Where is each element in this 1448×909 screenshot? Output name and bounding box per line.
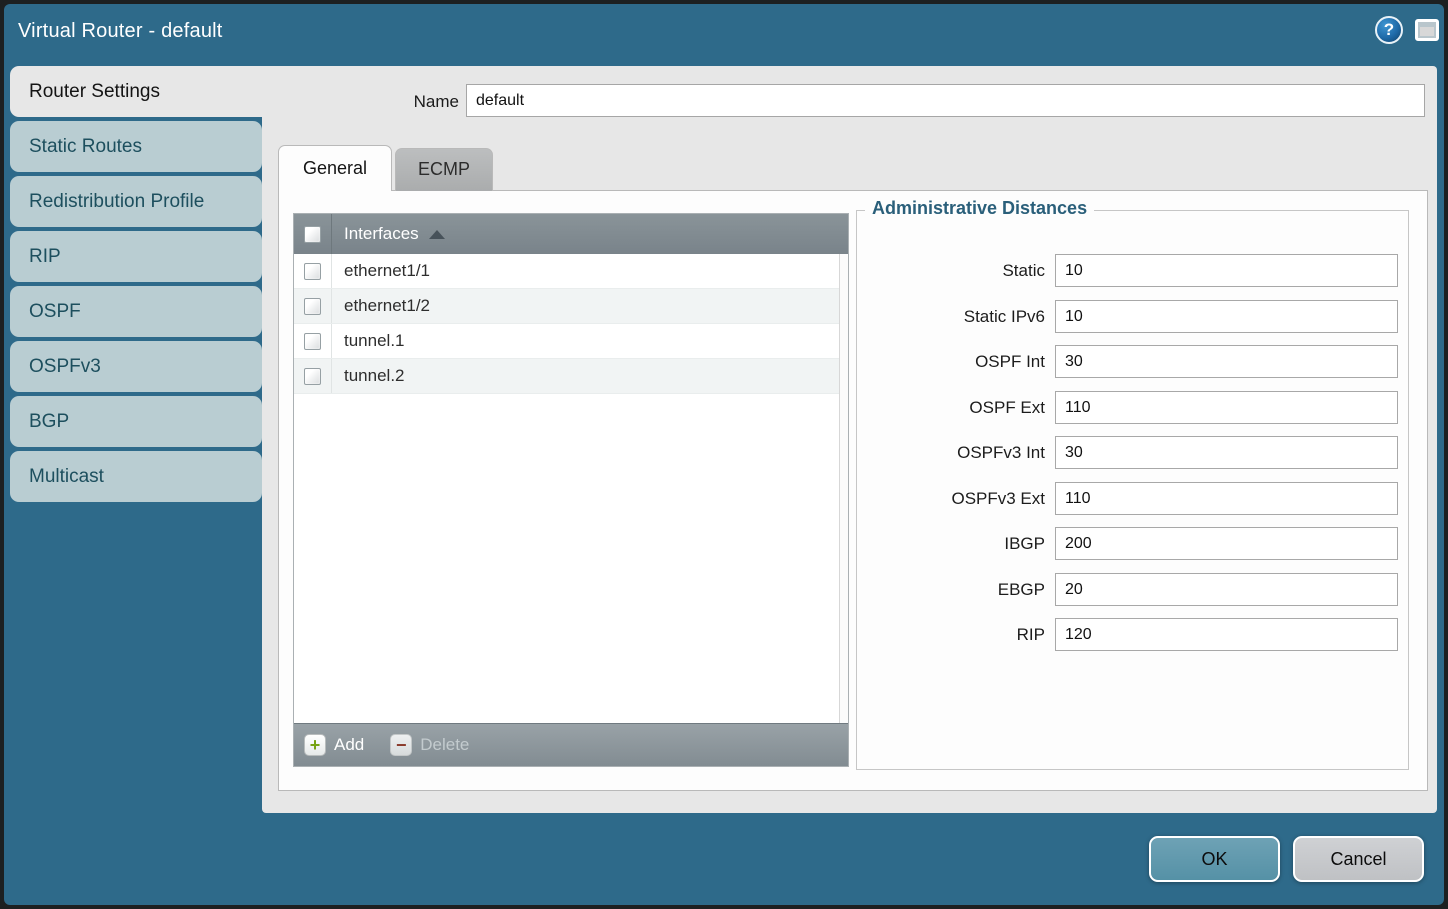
table-row-tunnel-2[interactable]: tunnel.2 [294,359,848,394]
field-row-ebgp: EBGP [857,573,1408,606]
interfaces-table-header: Interfaces [294,214,848,254]
interface-name: tunnel.2 [344,366,405,386]
row-checkbox[interactable] [304,368,321,385]
virtual-router-dialog: Virtual Router - default ? Router Settin… [4,4,1444,905]
ospfv3-ext-label: OSPFv3 Ext [857,489,1045,509]
sidebar-item-multicast[interactable]: Multicast [10,451,262,502]
general-tab-content: Interfaces ethernet1/1 ethernet1/2 tunne [278,190,1428,791]
name-input[interactable] [466,84,1425,117]
ibgp-label: IBGP [857,534,1045,554]
interfaces-table-footer: + Add − Delete [294,723,848,766]
ospfv3-int-input[interactable] [1055,436,1398,469]
row-checkbox[interactable] [304,298,321,315]
ebgp-input[interactable] [1055,573,1398,606]
add-button[interactable]: + Add [304,734,364,756]
cancel-button[interactable]: Cancel [1293,836,1424,882]
add-button-label: Add [334,735,364,755]
screen-frame: Virtual Router - default ? Router Settin… [0,0,1448,909]
delete-button-label: Delete [420,735,469,755]
tab-ecmp[interactable]: ECMP [395,148,493,191]
tab-general[interactable]: General [278,145,392,191]
dialog-title: Virtual Router - default [18,20,223,43]
row-checkbox-cell [294,254,332,288]
sidebar-item-router-settings[interactable]: Router Settings [10,66,268,117]
window-restore-icon[interactable] [1415,19,1439,41]
row-checkbox-cell [294,289,332,323]
field-row-ibgp: IBGP [857,527,1408,560]
add-plus-icon: + [304,734,326,756]
sort-ascending-icon[interactable] [429,230,445,239]
sidebar-item-static-routes[interactable]: Static Routes [10,121,262,172]
select-all-checkbox[interactable] [304,226,321,243]
table-row-ethernet1-2[interactable]: ethernet1/2 [294,289,848,324]
ospf-ext-input[interactable] [1055,391,1398,424]
administrative-distances-legend: Administrative Distances [865,198,1094,219]
interfaces-table: Interfaces ethernet1/1 ethernet1/2 tunne [293,213,849,767]
rip-label: RIP [857,625,1045,645]
ok-button[interactable]: OK [1149,836,1280,882]
row-checkbox[interactable] [304,263,321,280]
rip-input[interactable] [1055,618,1398,651]
table-row-ethernet1-1[interactable]: ethernet1/1 [294,254,848,289]
sidebar-item-ospfv3[interactable]: OSPFv3 [10,341,262,392]
row-checkbox-cell [294,359,332,393]
sidebar-item-bgp[interactable]: BGP [10,396,262,447]
interface-name: tunnel.1 [344,331,405,351]
delete-minus-icon: − [390,734,412,756]
delete-button[interactable]: − Delete [390,734,469,756]
ospf-ext-label: OSPF Ext [857,398,1045,418]
interface-name: ethernet1/1 [344,261,430,281]
static-ipv6-label: Static IPv6 [857,307,1045,327]
static-ipv6-input[interactable] [1055,300,1398,333]
select-all-cell [294,214,332,254]
table-row-tunnel-1[interactable]: tunnel.1 [294,324,848,359]
static-label: Static [857,261,1045,281]
ospf-int-input[interactable] [1055,345,1398,378]
interface-name: ethernet1/2 [344,296,430,316]
field-row-ospfv3-ext: OSPFv3 Ext [857,482,1408,515]
ospf-int-label: OSPF Int [857,352,1045,372]
table-scrollbar[interactable] [839,254,848,723]
sidebar-item-rip[interactable]: RIP [10,231,262,282]
field-row-ospf-int: OSPF Int [857,345,1408,378]
ospfv3-int-label: OSPFv3 Int [857,443,1045,463]
administrative-distances-fieldset: Administrative Distances Static Static I… [856,210,1409,770]
field-row-rip: RIP [857,618,1408,651]
static-input[interactable] [1055,254,1398,287]
help-icon[interactable]: ? [1375,16,1403,44]
sidebar-item-ospf[interactable]: OSPF [10,286,262,337]
row-checkbox[interactable] [304,333,321,350]
ibgp-input[interactable] [1055,527,1398,560]
field-row-static: Static [857,254,1408,287]
ebgp-label: EBGP [857,580,1045,600]
row-checkbox-cell [294,324,332,358]
name-label: Name [304,92,459,112]
field-row-static-ipv6: Static IPv6 [857,300,1408,333]
interfaces-column-header[interactable]: Interfaces [344,224,419,244]
interfaces-table-body: ethernet1/1 ethernet1/2 tunnel.1 tunnel.… [294,254,848,723]
field-row-ospfv3-int: OSPFv3 Int [857,436,1408,469]
ospfv3-ext-input[interactable] [1055,482,1398,515]
field-row-ospf-ext: OSPF Ext [857,391,1408,424]
sidebar-item-redistribution-profile[interactable]: Redistribution Profile [10,176,262,227]
